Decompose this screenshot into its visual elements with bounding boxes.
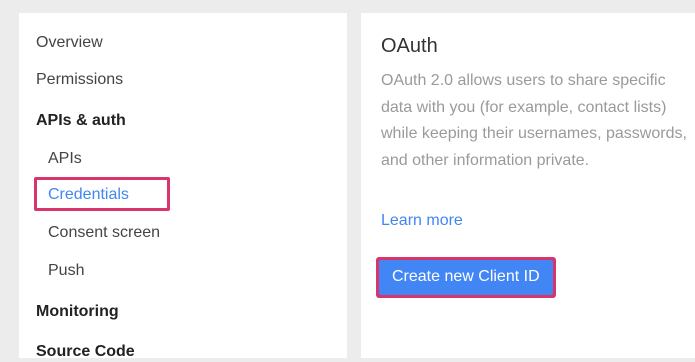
sidebar-item-permissions[interactable]: Permissions [36,70,123,90]
sidebar-item-push[interactable]: Push [48,261,84,281]
sidebar-item-credentials[interactable]: Credentials [48,185,129,205]
sidebar-section-monitoring[interactable]: Monitoring [36,302,119,322]
oauth-description: OAuth 2.0 allows users to share specific… [381,72,687,169]
sidebar-item-apis[interactable]: APIs [48,149,82,169]
learn-more-link[interactable]: Learn more [381,211,463,231]
create-button-highlight-box: Create new Client ID [376,257,556,298]
sidebar-section-apis-auth[interactable]: APIs & auth [36,111,126,131]
sidebar-item-overview[interactable]: Overview [36,33,103,53]
oauth-panel: OAuth OAuth 2.0 allows users to share sp… [361,13,695,358]
oauth-title: OAuth [381,35,438,57]
sidebar-section-source-code[interactable]: Source Code [36,342,135,362]
sidebar: Overview Permissions APIs & auth APIs Cr… [19,13,347,360]
sidebar-item-consent-screen[interactable]: Consent screen [48,223,160,243]
create-client-id-button[interactable]: Create new Client ID [379,260,553,295]
